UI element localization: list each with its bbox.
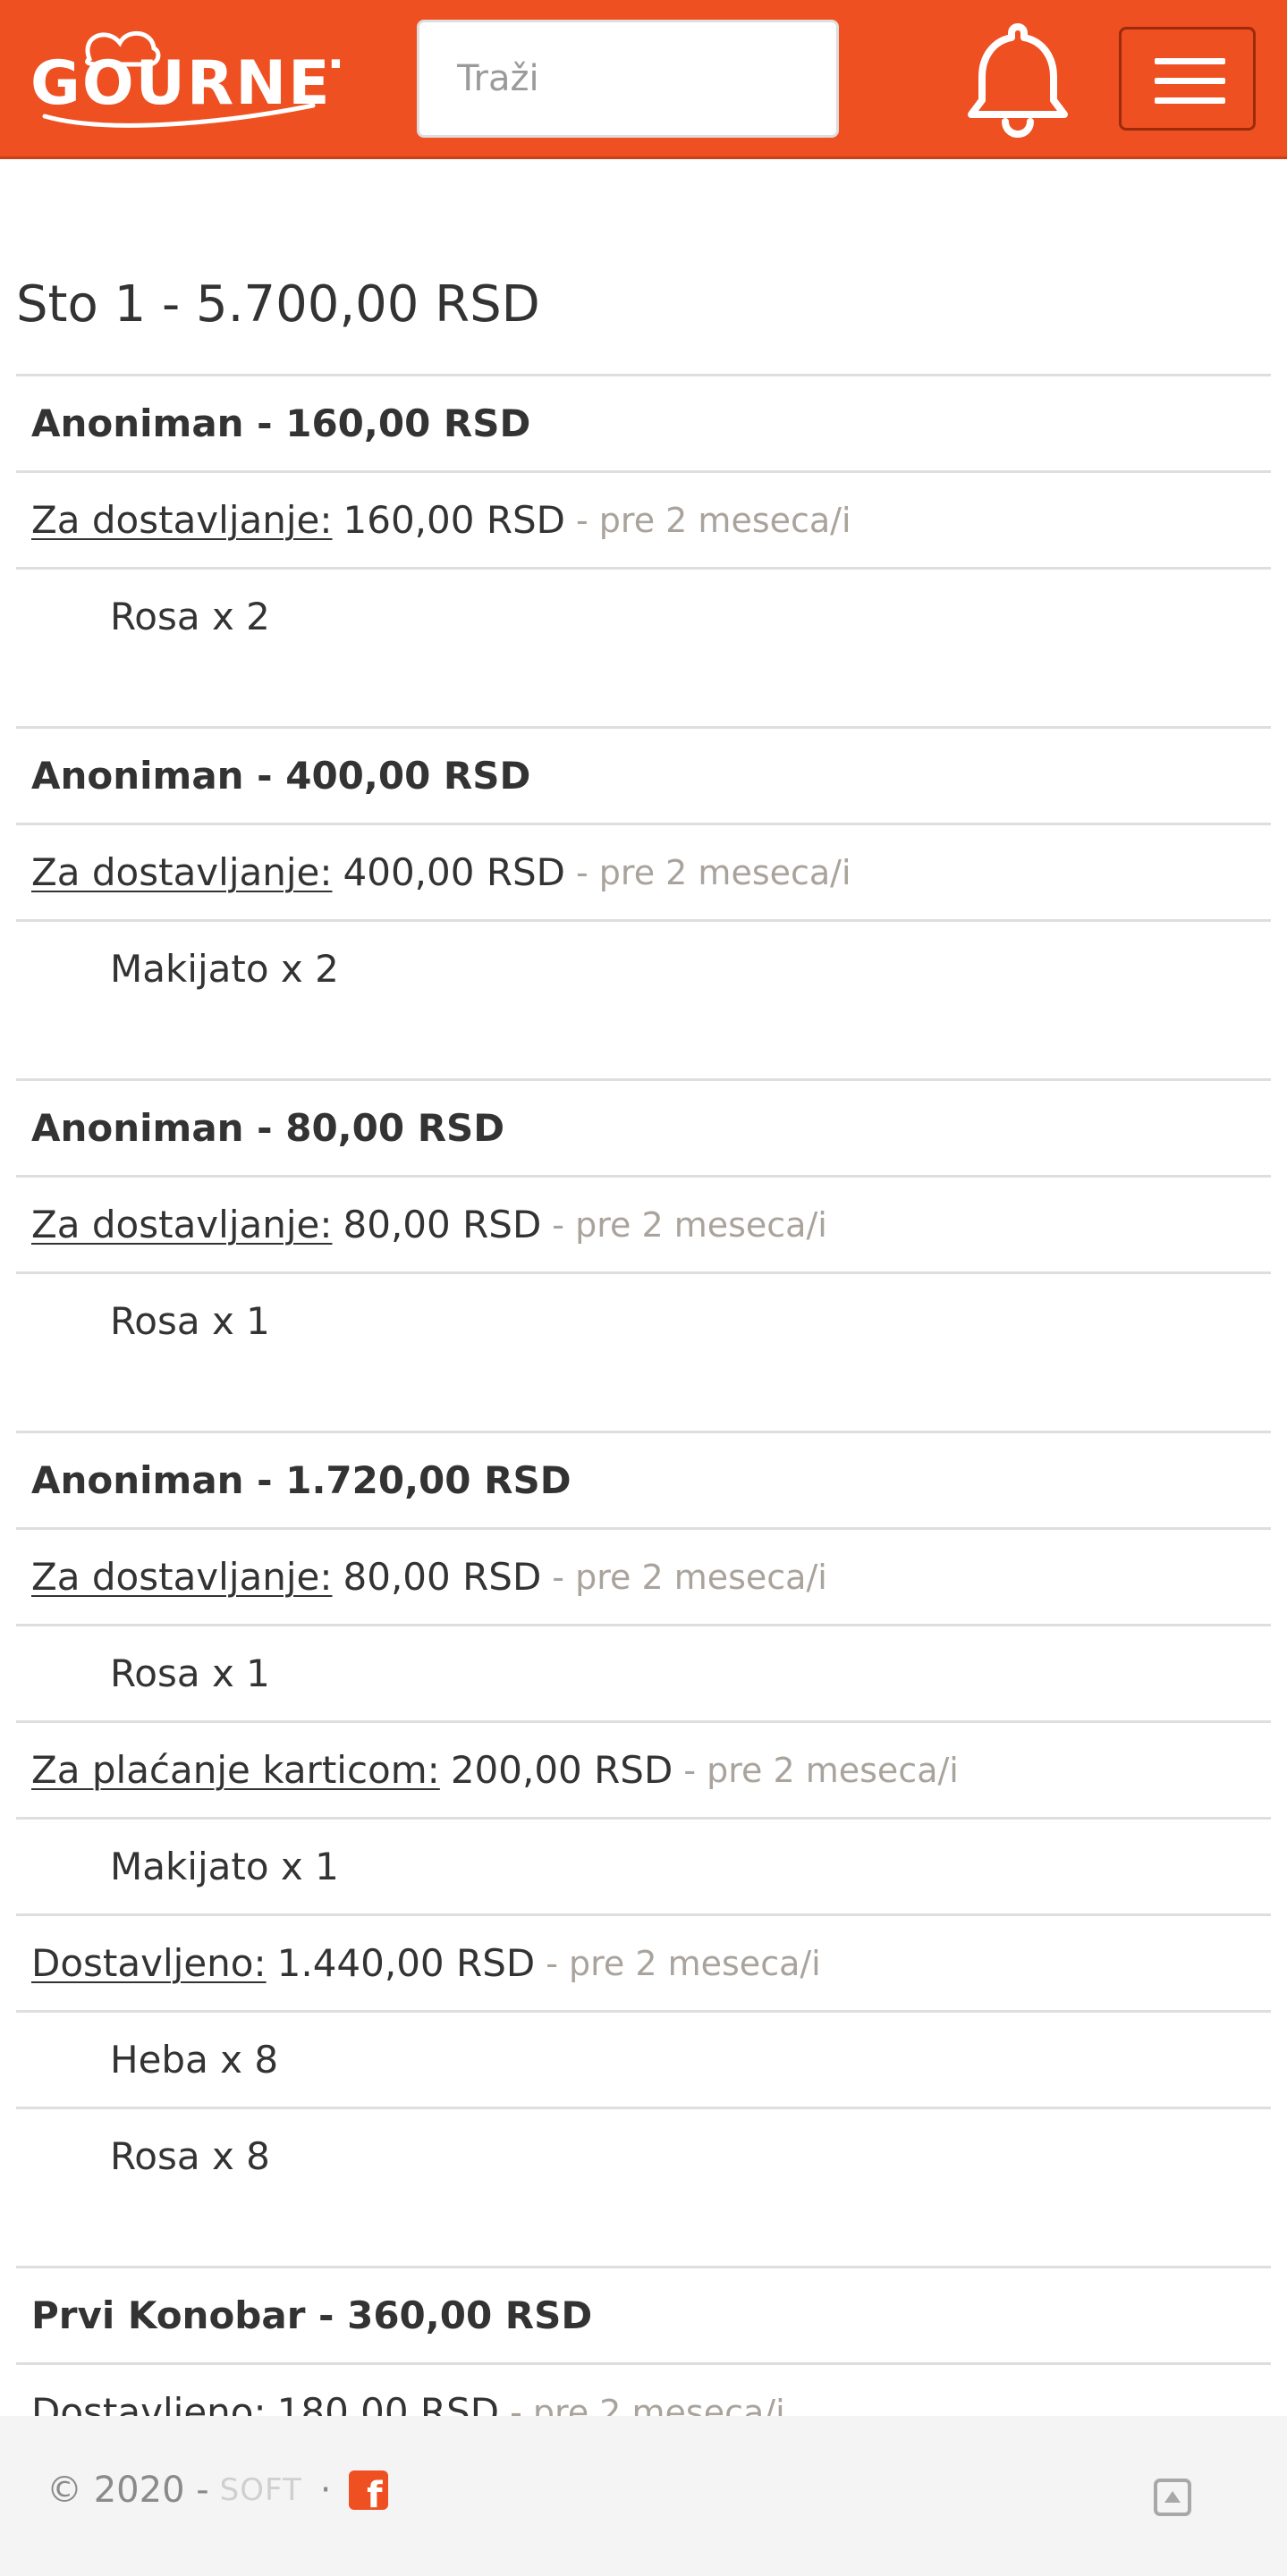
order-header: Anoniman - 160,00 RSD [16,374,1271,470]
order-item: Rosa x 2 [16,567,1271,663]
status-link[interactable]: Dostavljeno: [31,2390,267,2416]
order-header: Anoniman - 1.720,00 RSD [16,1431,1271,1527]
back-to-top-icon[interactable] [1154,2479,1191,2516]
footer: © 2020 - SOFT · f [0,2416,1287,2576]
status-amount: 180,00 RSD [276,2390,500,2416]
main-content: Sto 1 - 5.700,00 RSD Anoniman - 160,00 R… [16,159,1271,2416]
bell-icon[interactable] [955,16,1080,141]
order-spacer [16,1016,1271,1078]
status-link[interactable]: Za dostavljanje: [31,850,333,894]
status-link[interactable]: Za plaćanje karticom: [31,1748,440,1792]
status-amount: 80,00 RSD [343,1203,542,1246]
order-header: Prvi Konobar - 360,00 RSD [16,2266,1271,2362]
menu-toggle-button[interactable] [1119,27,1256,131]
status-time: - pre 2 meseca/i [576,500,851,540]
hamburger-bar [1155,78,1225,84]
status-amount: 400,00 RSD [343,850,566,894]
status-time: - pre 2 meseca/i [546,1943,821,1983]
soft-logo[interactable]: SOFT [220,2472,302,2508]
status-amount: 1.440,00 RSD [276,1941,536,1985]
order-item: Makijato x 1 [16,1817,1271,1913]
page-title: Sto 1 - 5.700,00 RSD [16,275,540,334]
status-row: Dostavljeno: 180,00 RSD - pre 2 meseca/i [16,2362,1271,2416]
facebook-icon[interactable]: f [349,2470,389,2513]
status-amount: 80,00 RSD [343,1555,542,1599]
status-time: - pre 2 meseca/i [552,1557,827,1597]
status-row: Dostavljeno: 1.440,00 RSD - pre 2 meseca/i [16,1913,1271,2010]
status-time: - pre 2 meseca/i [552,1204,827,1245]
status-link[interactable]: Za dostavljanje: [31,1203,333,1246]
order-spacer [16,1368,1271,1431]
order-item: Rosa x 1 [16,1624,1271,1720]
copyright-text: © 2020 - [47,2470,209,2511]
order-list: Anoniman - 160,00 RSD Za dostavljanje: 160… [16,374,1271,2416]
status-link[interactable]: Za dostavljanje: [31,498,333,542]
status-time: - pre 2 meseca/i [510,2392,785,2417]
footer-separator: · [319,2470,332,2511]
status-row: Za plaćanje karticom: 200,00 RSD - pre 2 m… [16,1720,1271,1817]
status-link[interactable]: Za dostavljanje: [31,1555,333,1599]
hamburger-bar [1155,97,1225,104]
hamburger-menu-icon [1155,58,1225,64]
status-time: - pre 2 meseca/i [683,1750,959,1790]
order-spacer [16,2203,1271,2266]
status-row: Za dostavljanje: 80,00 RSD - pre 2 meseca/… [16,1527,1271,1624]
order-item: Makijato x 2 [16,919,1271,1016]
search-input[interactable] [417,20,839,138]
status-row: Za dostavljanje: 400,00 RSD - pre 2 meseca… [16,823,1271,919]
status-link[interactable]: Dostavljeno: [31,1941,267,1985]
gournet-logo[interactable]: GOURNET [27,23,340,132]
status-amount: 200,00 RSD [450,1748,673,1792]
status-row: Za dostavljanje: 80,00 RSD - pre 2 meseca/… [16,1175,1271,1271]
status-row: Za dostavljanje: 160,00 RSD - pre 2 meseca… [16,470,1271,567]
order-item: Rosa x 1 [16,1271,1271,1368]
status-time: - pre 2 meseca/i [576,852,851,892]
copyright: © 2020 - SOFT · f [47,2470,389,2513]
order-item: Rosa x 8 [16,2107,1271,2203]
status-amount: 160,00 RSD [343,498,566,542]
order-item: Heba x 8 [16,2010,1271,2107]
order-spacer [16,663,1271,726]
order-header: Anoniman - 80,00 RSD [16,1078,1271,1175]
order-header: Anoniman - 400,00 RSD [16,726,1271,823]
top-navbar: GOURNE T [0,0,1287,159]
